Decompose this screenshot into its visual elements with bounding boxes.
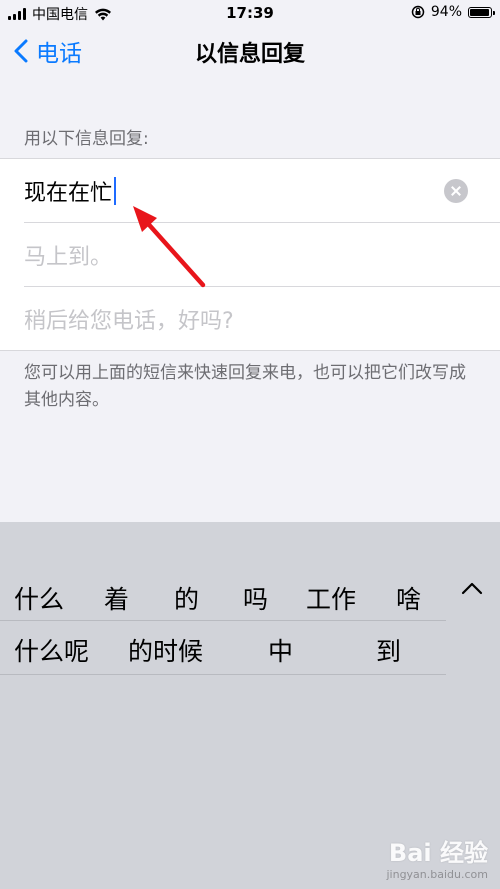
battery-percent: 94%: [430, 4, 462, 20]
candidate-word[interactable]: 什么呢: [14, 632, 89, 668]
reply-placeholder-2: 马上到。: [24, 244, 113, 270]
orientation-lock-icon: [411, 5, 425, 19]
section-header: 用以下信息回复:: [24, 129, 149, 149]
candidate-word[interactable]: 着: [104, 580, 129, 616]
watermark-brand: Bai 经验: [388, 839, 488, 867]
reply-list: 现在在忙 马上到。 稍后给您电话，好吗?: [0, 158, 500, 351]
navigation-bar: 电话 以信息回复: [0, 26, 500, 74]
watermark-site: jingyan.baidu.com: [386, 868, 488, 881]
footer-description: 您可以用上面的短信来快速回复来电，也可以把它们改写成其他内容。: [24, 363, 466, 410]
chevron-up-icon[interactable]: [460, 580, 484, 596]
candidate-word[interactable]: 工作: [306, 580, 356, 616]
status-bar: 中国电信 17:39 94%: [0, 0, 500, 26]
reply-field-3[interactable]: 稍后给您电话，好吗?: [24, 286, 500, 350]
reply-field-1[interactable]: 现在在忙: [0, 159, 500, 222]
page-title: 以信息回复: [194, 42, 305, 67]
watermark: Bai 经验 jingyan.baidu.com: [386, 833, 488, 881]
battery-icon: [468, 6, 495, 18]
candidate-word[interactable]: 啥: [396, 580, 421, 616]
candidate-word[interactable]: 吗: [243, 580, 268, 616]
candidate-word[interactable]: 的时候: [128, 632, 203, 668]
clear-text-icon[interactable]: [444, 179, 468, 203]
candidate-word[interactable]: 的: [174, 580, 199, 616]
candidate-word[interactable]: 中: [268, 632, 293, 668]
reply-placeholder-3: 稍后给您电话，好吗?: [24, 308, 234, 334]
reply-field-2[interactable]: 马上到。: [24, 222, 500, 286]
text-cursor: [114, 176, 117, 205]
candidate-word[interactable]: 到: [376, 632, 401, 668]
status-right: 94%: [411, 4, 495, 20]
candidate-word[interactable]: 什么: [14, 580, 64, 616]
reply-text-1: 现在在忙: [24, 180, 113, 206]
candidate-row-2: 什么呢 的时候 中 到: [0, 622, 446, 675]
candidate-row-1: 什么 着 的 吗 工作 啥: [0, 574, 446, 621]
battery-fill: [470, 8, 489, 16]
